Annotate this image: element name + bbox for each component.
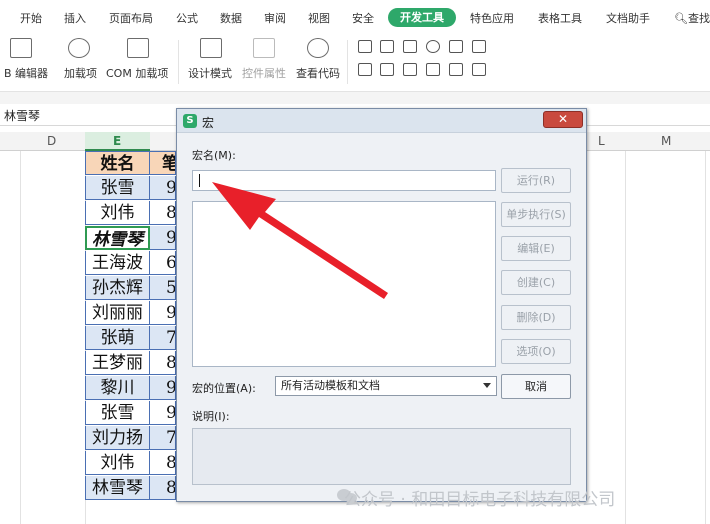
watermark-text: 公众号 · 和田目标电子科技有限公司 (344, 490, 616, 510)
annotation-arrow (212, 182, 388, 299)
red-arrow-icon (212, 182, 388, 299)
